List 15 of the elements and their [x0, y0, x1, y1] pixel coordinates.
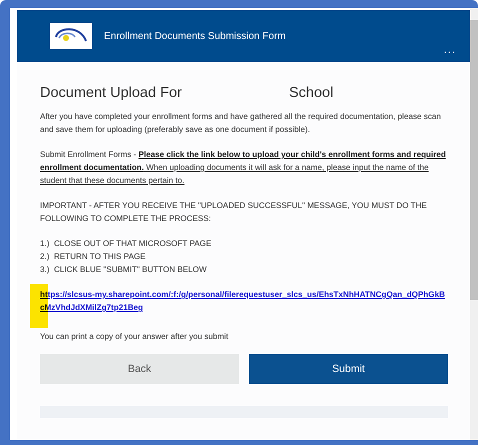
- scrollbar[interactable]: [470, 8, 478, 440]
- step-item: 3.) CLICK BLUE "SUBMIT" BUTTON BELOW: [40, 264, 208, 276]
- form-title: Enrollment Documents Submission Form: [104, 30, 286, 42]
- back-button[interactable]: Back: [40, 354, 239, 384]
- step-item: 1.) CLOSE OUT OF THAT MICROSOFT PAGE: [40, 238, 212, 250]
- logo-icon: [50, 23, 92, 49]
- submit-button[interactable]: Submit: [249, 354, 448, 384]
- step-item: 2.) RETURN TO THIS PAGE: [40, 251, 147, 263]
- intro-paragraph: After you have completed your enrollment forms and have gathered all the required documentation, please scan and save them for uploading (preferably save as one document if possible).: [40, 111, 442, 136]
- instructions-paragraph: Submit Enrollment Forms - Please click the link below to upload your child's enrollment forms and required enrollment documentation. When uploading documents it will ask for a name, please input the name of the student that these documents pertain to.: [40, 149, 447, 187]
- important-notice: IMPORTANT - AFTER YOU RECEIVE THE "UPLOADED SUCCESSFUL" MESSAGE, YOU MUST DO THE FOLLOWING TO COMPLETE THE PROCESS:: [40, 200, 428, 225]
- more-menu[interactable]: ...: [444, 44, 456, 56]
- page-heading: School: [289, 84, 334, 102]
- print-note: You can print a copy of your answer after you submit: [40, 331, 230, 343]
- page-heading: Document Upload For: [40, 84, 183, 102]
